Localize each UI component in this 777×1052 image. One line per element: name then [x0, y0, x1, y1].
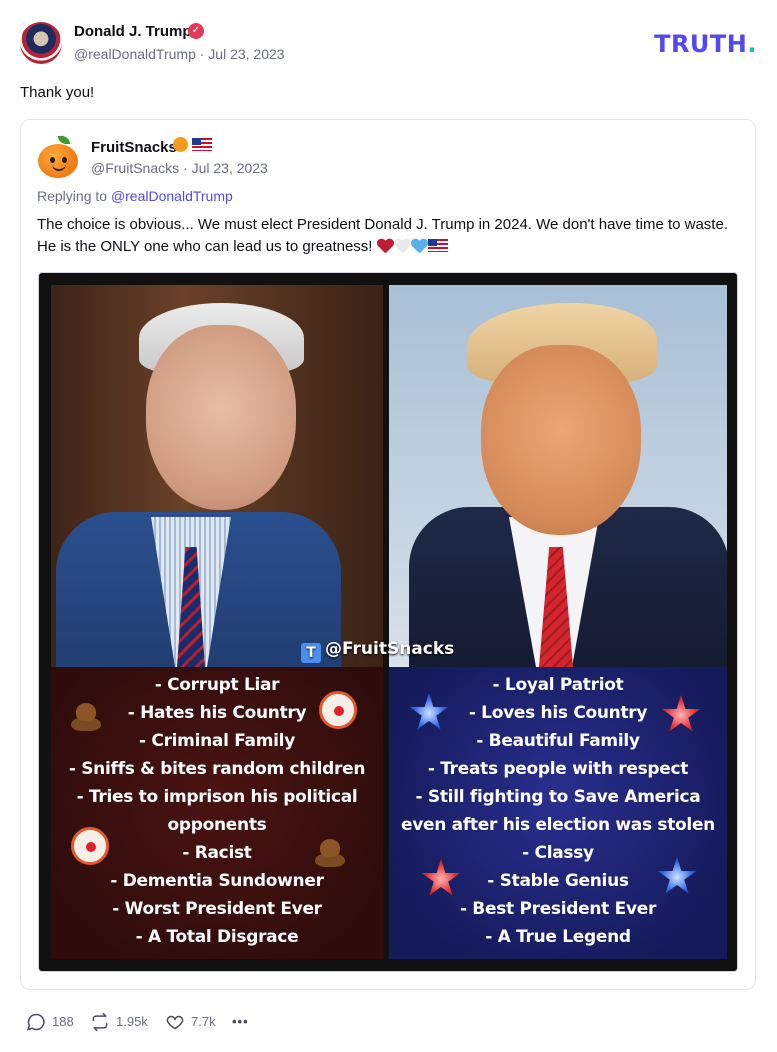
list-item: even after his election was stolen — [401, 815, 715, 835]
poop-emoji-icon — [69, 699, 103, 731]
list-item: - Beautiful Family — [476, 731, 640, 751]
quoted-post[interactable]: FruitSnacks @FruitSnacks · Jul 23, 2023 … — [20, 119, 756, 990]
replying-to-link[interactable]: @realDonaldTrump — [111, 188, 233, 204]
post-text: Thank you! — [20, 84, 95, 101]
replying-prefix: Replying to — [37, 188, 111, 204]
post-header: Donald J. Trump ✓ @realDonaldTrump · Jul… — [20, 20, 757, 66]
right-portrait — [389, 285, 727, 667]
logo-dot: . — [747, 30, 757, 58]
us-flag-icon — [191, 138, 212, 151]
white-heart-icon — [394, 239, 410, 253]
list-item: - Worst President Ever — [112, 899, 322, 919]
left-panel: - Corrupt Liar - Hates his Country - Cri… — [51, 667, 383, 959]
avatar[interactable] — [20, 22, 62, 64]
more-options-icon[interactable]: ••• — [232, 1010, 249, 1034]
list-item: - Sniffs & bites random children — [68, 759, 366, 779]
right-panel: - Loyal Patriot - Loves his Country - Be… — [389, 667, 727, 959]
orange-emoji-icon — [173, 137, 188, 152]
reply-count: 188 — [52, 1014, 74, 1029]
watermark-text: @FruitSnacks — [325, 639, 455, 659]
image-watermark: T @FruitSnacks — [301, 639, 454, 663]
truth-logo[interactable]: TRUTH. — [654, 30, 757, 58]
name-emoji-icons — [173, 137, 212, 153]
clown-emoji-icon — [71, 827, 109, 865]
quoted-body: The choice is obvious... We must elect P… — [37, 214, 737, 258]
list-item: - Loyal Patriot — [492, 675, 624, 695]
logo-text: TRUTH — [654, 30, 748, 58]
quoted-author-name[interactable]: FruitSnacks — [91, 139, 177, 156]
list-item: - Best President Ever — [459, 899, 657, 919]
us-flag-icon — [427, 239, 448, 252]
reply-icon — [26, 1013, 45, 1031]
list-item: - Criminal Family — [139, 731, 295, 751]
heart-icon — [166, 1015, 184, 1030]
verified-badge-icon: ✓ — [188, 23, 204, 39]
list-item: - Treats people with respect — [427, 759, 689, 779]
list-item: - Still fighting to Save America — [415, 787, 701, 807]
meme-image[interactable]: T @FruitSnacks - Corrupt Liar - Hates his… — [38, 272, 738, 972]
author-name[interactable]: Donald J. Trump — [74, 23, 192, 40]
orange-avatar-icon — [38, 136, 78, 178]
blue-heart-icon — [411, 239, 427, 253]
red-heart-icon — [377, 239, 393, 253]
quoted-handle-date[interactable]: @FruitSnacks · Jul 23, 2023 — [91, 160, 268, 176]
list-item: - A True Legend — [485, 927, 631, 947]
clown-emoji-icon — [319, 691, 357, 729]
left-portrait — [51, 285, 383, 667]
quoted-avatar[interactable] — [37, 136, 79, 180]
author-handle-date[interactable]: @realDonaldTrump · Jul 23, 2023 — [74, 46, 285, 62]
retruth-icon — [92, 1012, 108, 1032]
replying-to: Replying to @realDonaldTrump — [37, 188, 233, 204]
list-item: - Dementia Sundowner — [110, 871, 324, 891]
truth-t-icon: T — [301, 643, 321, 663]
retruth-count: 1.95k — [116, 1014, 148, 1029]
list-item: - A Total Disgrace — [135, 927, 299, 947]
like-count: 7.7k — [191, 1014, 216, 1029]
list-item: - Tries to imprison his political — [76, 787, 358, 807]
poop-emoji-icon — [313, 835, 347, 867]
